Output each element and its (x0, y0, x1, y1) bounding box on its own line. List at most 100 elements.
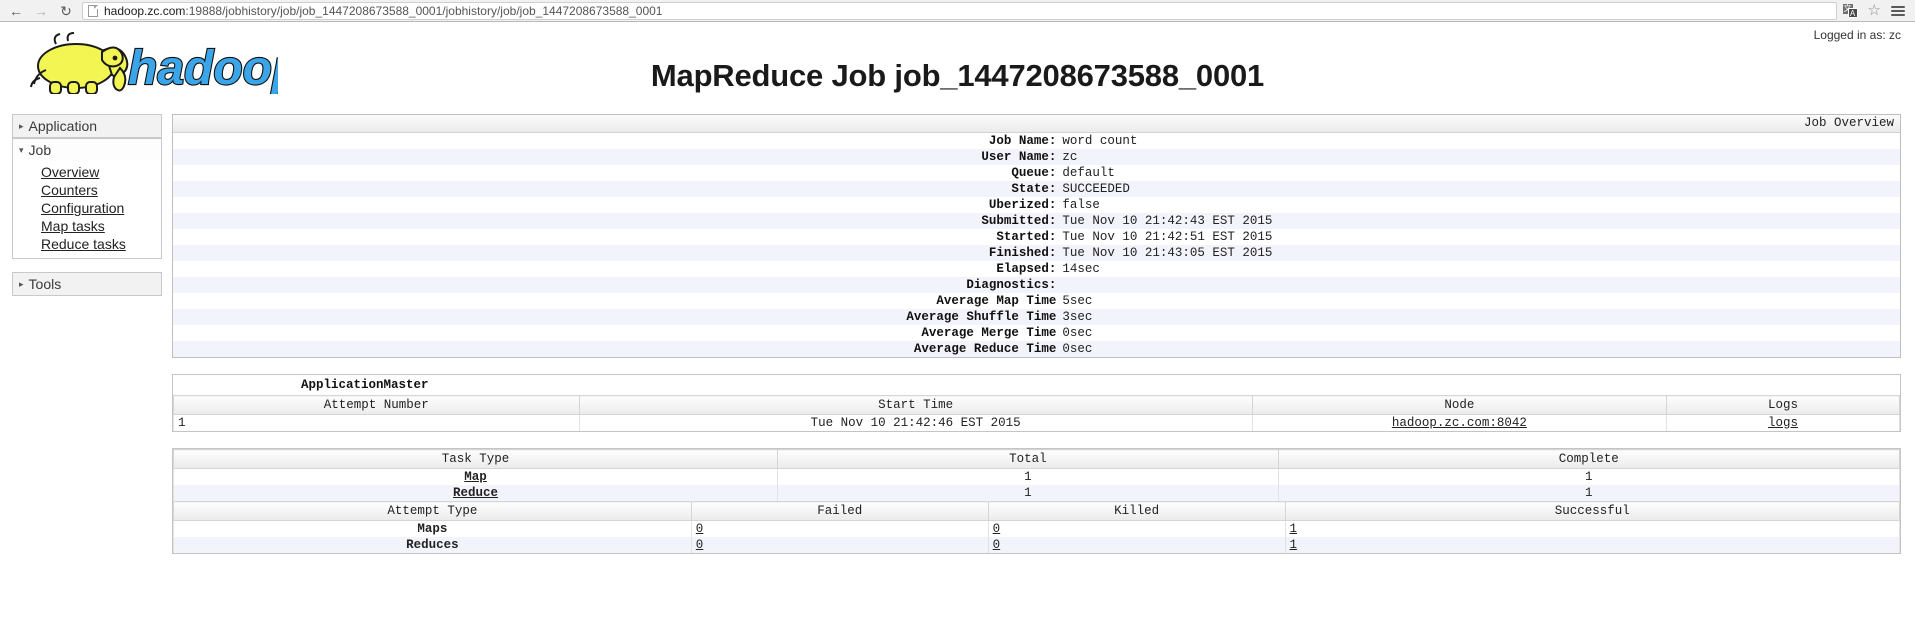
page-header: hadoop MapReduce Job job_1447208673588_0… (0, 22, 1915, 114)
table-header-row: Attempt Type Failed Killed Successful (173, 501, 1901, 521)
chevron-right-icon-tools: ▸ (19, 278, 24, 289)
task-type-map-link[interactable]: Map (464, 470, 487, 484)
chrome-actions: 文A ☆ (1841, 3, 1911, 18)
logged-in-label: Logged in as: zc (1813, 28, 1901, 42)
chevron-right-icon: ▸ (19, 120, 24, 131)
sidebar-application-label: Application (28, 118, 98, 134)
column-header-total: Total (777, 449, 1279, 469)
browser-toolbar: ← → ↻ hadoop.zc.com:19888/jobhistory/job… (0, 0, 1915, 22)
overview-value: 3sec (1062, 310, 1093, 324)
table-row: Average Shuffle Time 3sec (173, 309, 1900, 325)
cell-reduce-complete: 1 (1277, 485, 1901, 501)
sidebar-nav: ▸ Application ▾ Job Overview Counters Co… (12, 114, 162, 296)
reload-icon[interactable]: ↻ (58, 3, 74, 19)
sidebar-job-label: Job (28, 142, 52, 158)
overview-key: Uberized: (988, 198, 1057, 212)
task-summary-panel: Task Type Total Complete Map 1 1 Reduce (172, 448, 1901, 554)
overview-key: Submitted: (981, 214, 1057, 228)
maps-failed-link[interactable]: 0 (696, 522, 704, 536)
sidebar-link-reduce-tasks[interactable]: Reduce tasks (13, 235, 161, 253)
table-header-row: Attempt Number Start Time Node Logs (173, 395, 1901, 415)
overview-value: word count (1062, 134, 1138, 148)
overview-value: Tue Nov 10 21:42:51 EST 2015 (1062, 230, 1273, 244)
table-row: Uberized: false (173, 197, 1900, 213)
table-row: Queue: default (173, 165, 1900, 181)
column-header-task-type: Task Type (172, 449, 779, 469)
reduces-killed-link[interactable]: 0 (993, 538, 1001, 552)
table-row: Average Merge Time 0sec (173, 325, 1900, 341)
table-row: Diagnostics: (173, 277, 1900, 293)
overview-value: SUCCEEDED (1062, 182, 1130, 196)
star-icon[interactable]: ☆ (1868, 3, 1881, 18)
url-text: hadoop.zc.com:19888/jobhistory/job/job_1… (104, 4, 662, 18)
node-link[interactable]: hadoop.zc.com:8042 (1392, 416, 1527, 430)
page-document-icon (88, 4, 98, 17)
column-header-successful: Successful (1284, 501, 1901, 521)
forward-arrow-icon[interactable]: → (33, 3, 49, 19)
sidebar-link-configuration[interactable]: Configuration (13, 199, 161, 217)
maps-killed-link[interactable]: 0 (993, 522, 1001, 536)
column-header-attempt-type: Attempt Type (173, 501, 692, 521)
navigation-buttons: ← → ↻ (4, 3, 82, 19)
cell-attempt-number: 1 (173, 414, 580, 431)
url-host: hadoop.zc.com (104, 3, 186, 18)
column-header-complete: Complete (1277, 449, 1901, 469)
overview-key: Finished: (988, 246, 1057, 260)
cell-attempt-type-maps: Maps (173, 520, 692, 537)
sidebar-link-map-tasks[interactable]: Map tasks (13, 217, 161, 235)
overview-value (1062, 277, 1900, 293)
overview-value: 0sec (1062, 326, 1093, 340)
column-header-failed: Failed (690, 501, 989, 521)
overview-key: Average Reduce Time (913, 342, 1057, 356)
job-overview-panel: Job Overview Job Name: word count User Na… (172, 114, 1901, 358)
back-arrow-icon[interactable]: ← (8, 3, 24, 19)
task-type-reduce-link[interactable]: Reduce (453, 486, 498, 500)
overview-value: false (1062, 198, 1100, 212)
table-row: 1 Tue Nov 10 21:42:46 EST 2015 hadoop.zc… (173, 414, 1901, 431)
application-master-title: ApplicationMaster (301, 378, 429, 392)
maps-successful-link[interactable]: 1 (1290, 522, 1298, 536)
overview-key: Average Merge Time (921, 326, 1057, 340)
table-row: Submitted: Tue Nov 10 21:42:43 EST 2015 (173, 213, 1900, 229)
table-row: Job Name: word count (173, 133, 1900, 149)
column-header-logs: Logs (1665, 395, 1901, 415)
table-row: Reduce 1 1 (172, 485, 1901, 501)
sidebar-item-application[interactable]: ▸ Application (12, 114, 162, 138)
hamburger-menu-icon[interactable] (1891, 5, 1905, 16)
cell-start-time: Tue Nov 10 21:42:46 EST 2015 (578, 414, 1253, 431)
sidebar-item-job[interactable]: ▾ Job (12, 138, 162, 161)
sidebar-item-tools[interactable]: ▸ Tools (12, 272, 162, 296)
overview-key: Started: (996, 230, 1057, 244)
content-wrapper: ▸ Application ▾ Job Overview Counters Co… (0, 114, 1915, 554)
overview-key: Average Shuffle Time (906, 310, 1057, 324)
overview-key: Queue: (1011, 166, 1057, 180)
reduces-successful-link[interactable]: 1 (1290, 538, 1298, 552)
sidebar-link-counters[interactable]: Counters (13, 181, 161, 199)
cell-map-total: 1 (777, 468, 1279, 485)
task-type-table: Task Type Total Complete Map 1 1 Reduce (172, 449, 1901, 501)
table-row: Average Map Time 5sec (173, 293, 1900, 309)
table-row: Map 1 1 (172, 468, 1901, 485)
reduces-failed-link[interactable]: 0 (696, 538, 704, 552)
table-row: User Name: zc (173, 149, 1900, 165)
job-overview-table: Job Name: word count User Name: zc Queue: d… (173, 133, 1900, 357)
column-header-node: Node (1251, 395, 1667, 415)
overview-value: 5sec (1062, 294, 1093, 308)
table-row: Started: Tue Nov 10 21:42:51 EST 2015 (173, 229, 1900, 245)
translate-icon[interactable]: 文A (1842, 3, 1858, 18)
sidebar-link-overview[interactable]: Overview (13, 163, 161, 181)
table-row: State: SUCCEEDED (173, 181, 1900, 197)
application-master-panel: ApplicationMaster Attempt Number Start T… (172, 374, 1901, 432)
table-row: Elapsed: 14sec (173, 261, 1900, 277)
column-header-start-time: Start Time (578, 395, 1253, 415)
address-bar[interactable]: hadoop.zc.com:19888/jobhistory/job/job_1… (82, 1, 1837, 20)
overview-key: Elapsed: (996, 262, 1057, 276)
logs-link[interactable]: logs (1768, 416, 1798, 430)
job-overview-caption: Job Overview (173, 115, 1900, 133)
attempt-type-table: Attempt Type Failed Killed Successful Ma… (173, 501, 1901, 553)
overview-value: 0sec (1062, 342, 1093, 356)
column-header-killed: Killed (987, 501, 1286, 521)
page-title: MapReduce Job job_1447208673588_0001 (650, 58, 1265, 93)
